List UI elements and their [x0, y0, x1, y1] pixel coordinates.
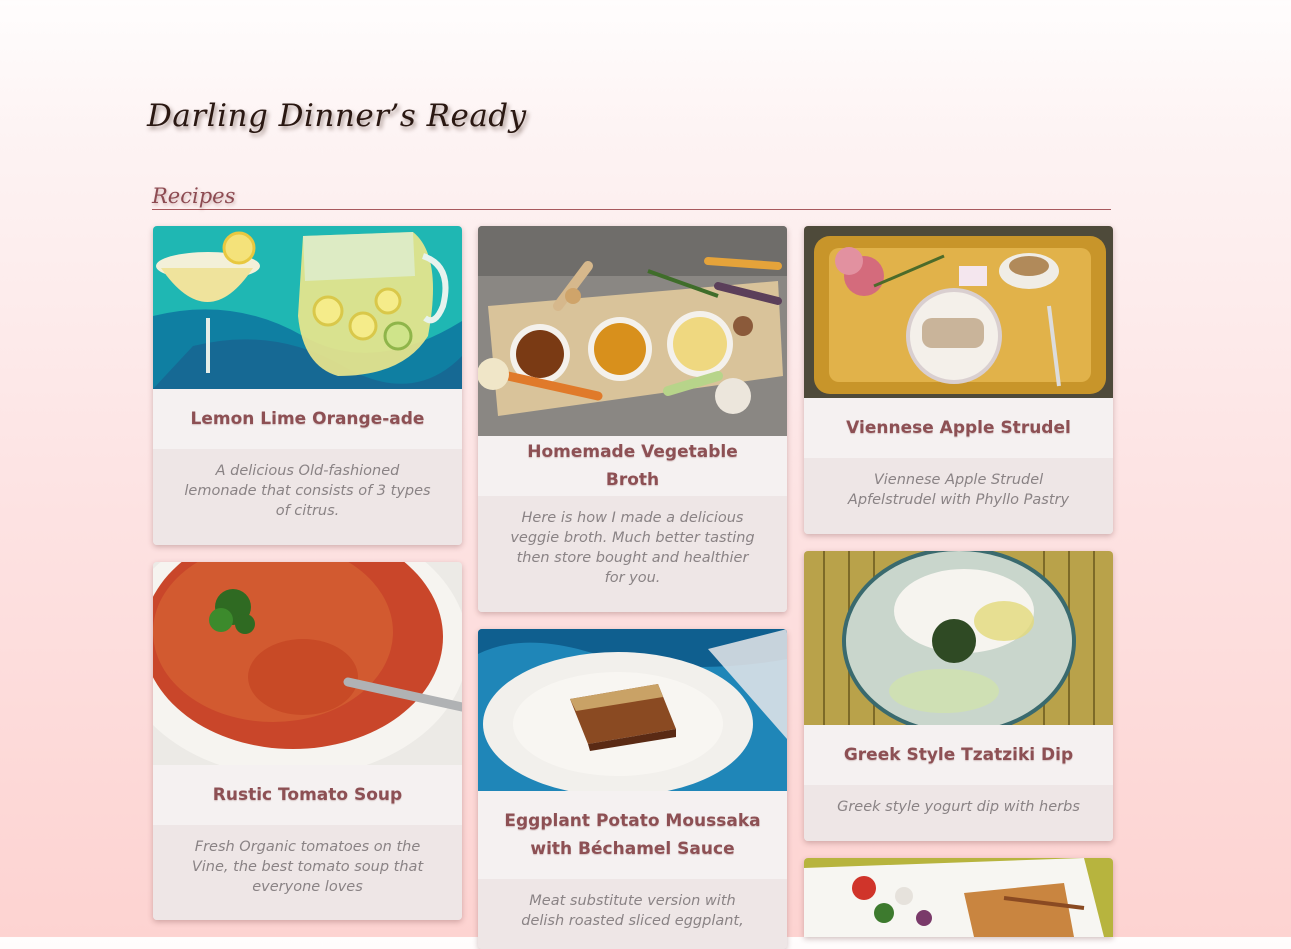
recipe-photo-tzatziki[interactable]: [804, 551, 1113, 725]
recipe-photo-lemonade[interactable]: [153, 226, 462, 389]
recipe-title[interactable]: Rustic Tomato Soup: [153, 765, 462, 825]
recipe-description: Greek style yogurt dip with herbs: [804, 785, 1113, 841]
recipe-photo-tomato-soup[interactable]: [153, 562, 462, 765]
recipe-card-lemonade[interactable]: Lemon Lime Orange-ade A delicious Old-fa…: [153, 226, 462, 545]
recipe-title[interactable]: Lemon Lime Orange-ade: [153, 389, 462, 449]
recipe-description: Viennese Apple Strudel Apfelstrudel with…: [804, 458, 1113, 534]
recipe-card-tzatziki[interactable]: Greek Style Tzatziki Dip Greek style yog…: [804, 551, 1113, 841]
recipe-description: A delicious Old-fashioned lemonade that …: [153, 449, 462, 545]
recipe-card-greek-salad[interactable]: [804, 858, 1113, 937]
recipe-title[interactable]: Viennese Apple Strudel: [804, 398, 1113, 458]
section-heading-label: Recipes: [152, 184, 236, 208]
recipe-title[interactable]: Eggplant Potato Moussaka with Béchamel S…: [478, 791, 787, 879]
recipe-description: Fresh Organic tomatoes on the Vine, the …: [153, 825, 462, 920]
recipe-description: Meat substitute version with delish roas…: [478, 879, 787, 949]
site-title[interactable]: Darling Dinner’s Ready: [147, 98, 527, 134]
recipe-description: Here is how I made a delicious veggie br…: [478, 496, 787, 612]
recipe-title[interactable]: Homemade Vegetable Broth: [478, 436, 787, 496]
recipe-card-apple-strudel[interactable]: Viennese Apple Strudel Viennese Apple St…: [804, 226, 1113, 534]
recipe-title[interactable]: Greek Style Tzatziki Dip: [804, 725, 1113, 785]
recipe-photo-moussaka[interactable]: [478, 629, 787, 791]
recipe-photo-vegetable-broth[interactable]: [478, 226, 787, 436]
recipe-card-vegetable-broth[interactable]: Homemade Vegetable Broth Here is how I m…: [478, 226, 787, 612]
recipe-photo-apple-strudel[interactable]: [804, 226, 1113, 398]
recipe-card-tomato-soup[interactable]: Rustic Tomato Soup Fresh Organic tomatoe…: [153, 562, 462, 920]
recipe-card-moussaka[interactable]: Eggplant Potato Moussaka with Béchamel S…: [478, 629, 787, 949]
recipe-photo-greek-salad[interactable]: [804, 858, 1113, 937]
section-heading: Recipes: [152, 183, 1111, 210]
